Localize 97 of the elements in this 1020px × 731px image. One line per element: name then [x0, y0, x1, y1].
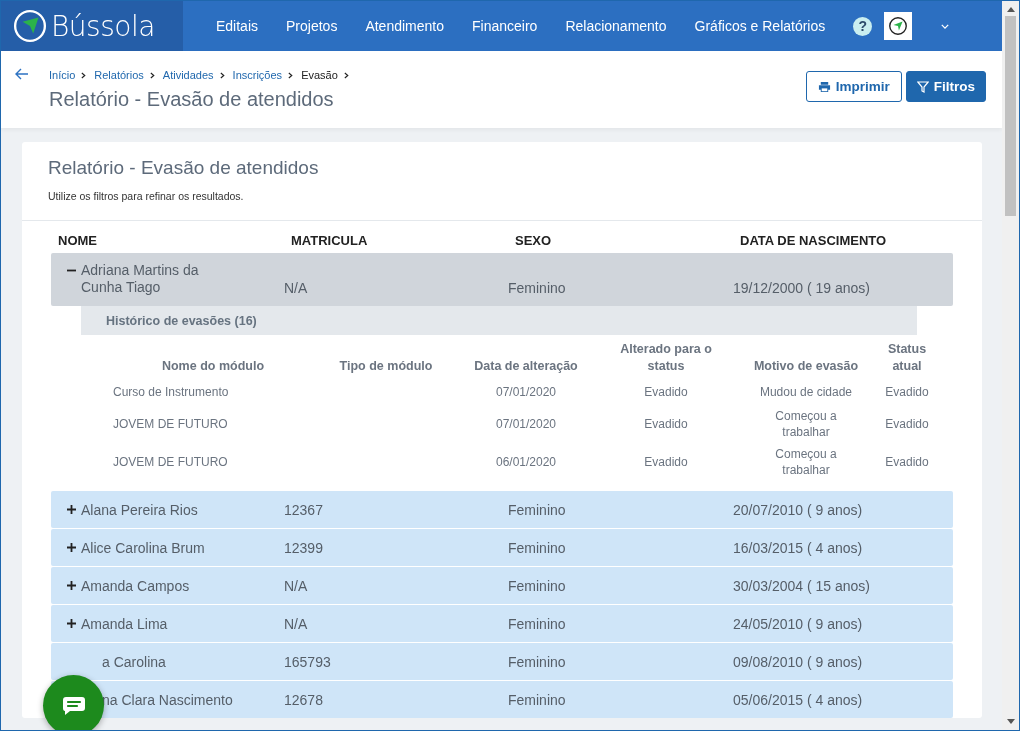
table-cell: Evadido — [885, 384, 929, 400]
chevron-icon — [81, 71, 87, 79]
nav-link[interactable]: Atendimento — [351, 18, 458, 34]
table-cell-text: Feminino — [508, 280, 567, 296]
table-cell-text: 24/05/2010 ( 9 anos) — [733, 615, 864, 632]
card-subtitle: Utilize os filtros para refinar os resultados. — [48, 190, 245, 202]
column-header: Data de alteração — [474, 358, 578, 375]
table-cell: Evadido — [885, 454, 929, 470]
breadcrumb-item[interactable]: Início — [49, 69, 76, 81]
breadcrumb-item[interactable]: Atividades — [162, 69, 214, 81]
scrollbar-thumb[interactable] — [1005, 16, 1016, 216]
nav-link[interactable]: Gráficos e Relatórios — [680, 18, 840, 34]
table-cell-text: Feminino — [508, 615, 567, 632]
table-cell-text: N/A — [284, 280, 309, 296]
name-cell: a Carolina — [102, 653, 166, 670]
table-cell: 06/01/2020 — [495, 454, 557, 470]
breadcrumb-item[interactable]: Evasão — [301, 69, 338, 81]
toggle-icon[interactable] — [67, 619, 76, 628]
table-cell: Evadido — [644, 384, 688, 400]
table-cell: JOVEM DE FUTURO — [113, 454, 228, 470]
table-cell-text: 12678 — [284, 691, 324, 708]
printer-icon — [817, 80, 831, 93]
brand-name[interactable]: Bússola — [51, 9, 155, 43]
table-row[interactable]: Amanda Campos N/A Feminino 30/03/2004 ( 15 anos) — [51, 567, 953, 604]
chevron-icon — [149, 71, 155, 79]
table-cell-text: Feminino — [508, 577, 567, 594]
table-row[interactable]: Amanda Lima N/A Feminino 24/05/2010 ( 9 anos) — [51, 605, 953, 642]
column-header: Tipo de módulo — [339, 358, 433, 375]
nav-link[interactable]: Editais — [202, 18, 273, 34]
filter-button[interactable]: Filtros — [905, 71, 986, 102]
name-cell: Alana Pereira Rios — [81, 501, 198, 518]
user-avatar[interactable] — [884, 12, 913, 40]
table-cell-text: Começou a trabalhar — [774, 446, 838, 478]
table-cell: Evadido — [644, 454, 688, 470]
table-row[interactable]: na Clara Nascimento 12678 Feminino 05/06/2015 ( 4 anos) — [51, 681, 953, 718]
table-cell-text: 12399 — [284, 539, 324, 556]
table-cell-text: Feminino — [508, 501, 567, 518]
table-cell-text: Feminino — [508, 539, 567, 556]
name-cell-text: Adriana Martins da Cunha Tiago — [81, 262, 200, 296]
table-cell-text: 09/08/2010 ( 9 anos) — [733, 653, 864, 670]
print-button[interactable]: Imprimir — [805, 71, 902, 102]
table-cell-text: 30/03/2004 ( 15 anos) — [733, 577, 871, 594]
breadcrumb-item[interactable]: Relatórios — [94, 69, 144, 81]
table-cell-text: 165793 — [284, 653, 332, 670]
scroll-up-icon[interactable] — [1006, 7, 1015, 12]
name-cell: Alice Carolina Brum — [81, 539, 205, 556]
column-header: Motivo de evasão — [753, 358, 859, 375]
name-cell: na Clara Nascimento — [102, 691, 233, 708]
toggle-icon[interactable] — [67, 505, 76, 514]
column-header: SEXO — [514, 233, 553, 248]
table-row[interactable]: a Carolina 165793 Feminino 09/08/2010 ( 9 anos) — [51, 643, 953, 680]
column-header: Status atual — [886, 341, 928, 375]
table-row[interactable]: Alice Carolina Brum 12399 Feminino 16/03/2015 ( 4 anos) — [51, 529, 953, 566]
table-cell: Evadido — [885, 416, 929, 432]
chevron-icon — [219, 71, 225, 79]
table-cell: Mudou de cidade — [759, 384, 853, 400]
name-cell: Amanda Lima — [81, 615, 168, 632]
table-cell-text: N/A — [284, 577, 309, 594]
compass-logo-icon — [13, 9, 47, 43]
scroll-down-icon[interactable] — [1006, 719, 1015, 724]
chevron-icon — [343, 71, 349, 79]
column-header: Nome do módulo — [161, 358, 265, 375]
table-cell-text: 20/07/2010 ( 9 anos) — [733, 501, 864, 518]
nav-link[interactable]: Projetos — [272, 18, 352, 34]
table-cell-text: N/A — [284, 615, 309, 632]
table-cell-text: Feminino — [508, 691, 567, 708]
table-cell: Evadido — [644, 416, 688, 432]
toggle-icon[interactable] — [67, 543, 76, 552]
column-header: NOME — [57, 233, 98, 248]
chat-icon — [61, 695, 86, 716]
table-cell: 07/01/2020 — [495, 384, 557, 400]
name-cell: Amanda Campos — [81, 577, 190, 594]
column-header: Alterado para o status — [619, 341, 713, 375]
table-cell-text: Começou a trabalhar — [774, 408, 838, 440]
nav-link[interactable]: Relacionamento — [551, 18, 681, 34]
column-header: DATA DE NASCIMENTO — [739, 233, 888, 248]
table-cell-text: Feminino — [508, 653, 567, 670]
table-cell-text: 12367 — [284, 501, 324, 518]
toggle-icon[interactable] — [67, 581, 76, 590]
table-row[interactable]: Alana Pereira Rios 12367 Feminino 20/07/2010 ( 9 anos) — [51, 491, 953, 528]
help-button[interactable]: ? — [853, 16, 873, 36]
page-title: Relatório - Evasão de atendidos — [49, 88, 335, 111]
caret-icon[interactable] — [941, 23, 950, 29]
table-cell-text: 05/06/2015 ( 4 anos) — [733, 691, 864, 708]
filter-icon — [916, 80, 929, 93]
breadcrumb-item[interactable]: Inscrições — [232, 69, 283, 81]
column-header: MATRICULA — [290, 233, 369, 248]
card-title: Relatório - Evasão de atendidos — [48, 157, 320, 179]
table-cell-text: 16/03/2015 ( 4 anos) — [733, 539, 864, 556]
table-cell-text: 19/12/2000 ( 19 anos) — [733, 280, 871, 296]
table-cell: Curso de Instrumento — [113, 384, 229, 400]
chevron-icon — [288, 71, 294, 79]
back-arrow-icon[interactable] — [15, 68, 29, 80]
history-header: Histórico de evasões (16) — [81, 306, 917, 335]
table-cell: JOVEM DE FUTURO — [113, 416, 228, 432]
table-cell: 07/01/2020 — [495, 416, 557, 432]
nav-link[interactable]: Financeiro — [458, 18, 552, 34]
